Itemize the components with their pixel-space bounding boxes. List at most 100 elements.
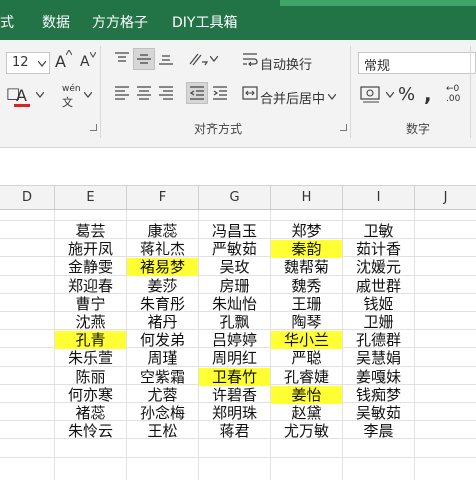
sheet-cell[interactable]: 茹计香 <box>343 240 414 258</box>
highlighted-cell[interactable]: 卫春竹 <box>199 368 270 386</box>
wrap-text-button[interactable]: 自动换行 <box>260 54 312 73</box>
accounting-format-icon[interactable] <box>360 84 384 104</box>
sheet-cell[interactable] <box>415 222 475 240</box>
chevron-down-icon[interactable] <box>210 56 218 62</box>
sheet-cell[interactable]: 尤蓉 <box>127 386 198 404</box>
sheet-cell[interactable]: 尤万敏 <box>271 422 342 440</box>
sheet-cell[interactable]: 王珊 <box>271 295 342 313</box>
align-center-icon[interactable] <box>136 86 152 100</box>
highlighted-cell[interactable]: 姜怡 <box>271 386 342 404</box>
column-header-g[interactable]: G <box>199 186 271 209</box>
sheet-cell[interactable]: 孔德群 <box>343 331 414 349</box>
sheet-cell[interactable]: 钱姬 <box>343 295 414 313</box>
sheet-cell[interactable]: 戚世群 <box>343 277 414 295</box>
increase-indent-icon[interactable] <box>212 86 228 100</box>
sheet-cell[interactable]: 吕婷婷 <box>199 331 270 349</box>
sheet-cell[interactable]: 何发弟 <box>127 331 198 349</box>
font-size-select[interactable]: 12 <box>6 52 50 74</box>
sheet-cell[interactable]: 李晨 <box>343 422 414 440</box>
font-color-button[interactable]: A <box>16 86 27 105</box>
font-dialog-launcher[interactable] <box>90 124 97 131</box>
sheet-cell[interactable]: 严敏茹 <box>199 240 270 258</box>
sheet-cell[interactable]: 孔睿婕 <box>271 368 342 386</box>
sheet-cell[interactable]: 周瑾 <box>127 349 198 367</box>
sheet-cell[interactable] <box>0 277 54 295</box>
sheet-cell[interactable]: 葛芸 <box>55 222 126 240</box>
sheet-cell[interactable] <box>415 331 475 349</box>
sheet-cell[interactable] <box>0 368 54 386</box>
sheet-cell[interactable] <box>415 240 475 258</box>
sheet-cell[interactable]: 朱育彤 <box>127 295 198 313</box>
align-right-icon[interactable] <box>158 86 174 100</box>
sheet-cell[interactable]: 蒋礼杰 <box>127 240 198 258</box>
column-header-e[interactable]: E <box>55 186 127 209</box>
sheet-cell[interactable]: 康蕊 <box>127 222 198 240</box>
number-format-select[interactable]: 常规 <box>358 52 476 74</box>
align-left-icon[interactable] <box>114 86 130 100</box>
sheet-cell[interactable] <box>415 295 475 313</box>
sheet-cell[interactable]: 施开凤 <box>55 240 126 258</box>
sheet-cell[interactable] <box>0 313 54 331</box>
chevron-down-icon[interactable] <box>84 92 92 98</box>
column-header-d[interactable]: D <box>0 186 55 209</box>
tab-data[interactable]: 数据 <box>42 12 70 32</box>
sheet-cell[interactable]: 赵黛 <box>271 404 342 422</box>
sheet-cell[interactable]: 许碧香 <box>199 386 270 404</box>
tab-fangfangezi[interactable]: 方方格子 <box>92 12 148 32</box>
chevron-down-icon[interactable] <box>36 92 44 98</box>
sheet-cell[interactable]: 褚蕊 <box>55 404 126 422</box>
sheet-cell[interactable]: 沈媛元 <box>343 258 414 276</box>
align-middle-icon[interactable] <box>136 52 152 66</box>
sheet-cell[interactable] <box>415 277 475 295</box>
font-shrink-button[interactable]: A <box>80 54 90 70</box>
orientation-icon[interactable] <box>188 50 210 68</box>
sheet-cell[interactable] <box>415 386 475 404</box>
sheet-cell[interactable] <box>0 349 54 367</box>
chevron-down-icon[interactable] <box>386 92 394 98</box>
sheet-cell[interactable]: 金静雯 <box>55 258 126 276</box>
sheet-cell[interactable] <box>415 404 475 422</box>
formula-bar[interactable] <box>0 148 476 186</box>
phonetic-guide-label[interactable]: wén <box>62 84 81 94</box>
highlighted-cell[interactable]: 秦韵 <box>271 240 342 258</box>
column-header-h[interactable]: H <box>271 186 343 209</box>
sheet-cell[interactable]: 吴敏茹 <box>343 404 414 422</box>
decrease-indent-icon[interactable] <box>189 86 205 100</box>
percent-button[interactable]: % <box>398 84 415 105</box>
sheet-cell[interactable] <box>0 422 54 440</box>
tab-diy-toolbox[interactable]: DIY工具箱 <box>172 12 237 32</box>
sheet-cell[interactable]: 卫姗 <box>343 313 414 331</box>
sheet-cell[interactable]: 朱乐萱 <box>55 349 126 367</box>
sheet-cell[interactable]: 沈燕 <box>55 313 126 331</box>
sheet-cell[interactable]: 王松 <box>127 422 198 440</box>
sheet-cell[interactable]: 蒋君 <box>199 422 270 440</box>
sheet-cell[interactable]: 魏秀 <box>271 277 342 295</box>
sheet-cell[interactable]: 魏帮菊 <box>271 258 342 276</box>
sheet-cell[interactable] <box>415 422 475 440</box>
merge-center-icon[interactable] <box>242 86 258 100</box>
align-bottom-icon[interactable] <box>158 52 174 66</box>
sheet-cell[interactable]: 周明红 <box>199 349 270 367</box>
sheet-cell[interactable] <box>0 331 54 349</box>
sheet-cell[interactable]: 姜嘎妹 <box>343 368 414 386</box>
sheet-cell[interactable]: 褚丹 <box>127 313 198 331</box>
comma-style-button[interactable]: , <box>424 82 432 106</box>
sheet-cell[interactable] <box>0 258 54 276</box>
merge-center-button[interactable]: 合并后居中 <box>260 88 325 107</box>
column-header-j[interactable]: J <box>415 186 476 209</box>
sheet-cell[interactable] <box>0 295 54 313</box>
sheet-cell[interactable]: 陶琴 <box>271 313 342 331</box>
align-top-icon[interactable] <box>114 52 130 66</box>
sheet-cell[interactable]: 何亦寒 <box>55 386 126 404</box>
sheet-cell[interactable]: 姜莎 <box>127 277 198 295</box>
sheet-cell[interactable] <box>415 349 475 367</box>
sheet-cell[interactable]: 陈丽 <box>55 368 126 386</box>
sheet-cell[interactable]: 郑迎春 <box>55 277 126 295</box>
sheet-cell[interactable] <box>0 386 54 404</box>
sheet-cell[interactable]: 郑明珠 <box>199 404 270 422</box>
increase-decimal-icon[interactable]: ←0.00 <box>446 84 460 104</box>
chevron-down-icon[interactable] <box>328 94 336 100</box>
sheet-cell[interactable]: 朱灿怡 <box>199 295 270 313</box>
font-grow-button[interactable]: A <box>55 52 66 71</box>
highlighted-cell[interactable]: 孔青 <box>55 331 126 349</box>
